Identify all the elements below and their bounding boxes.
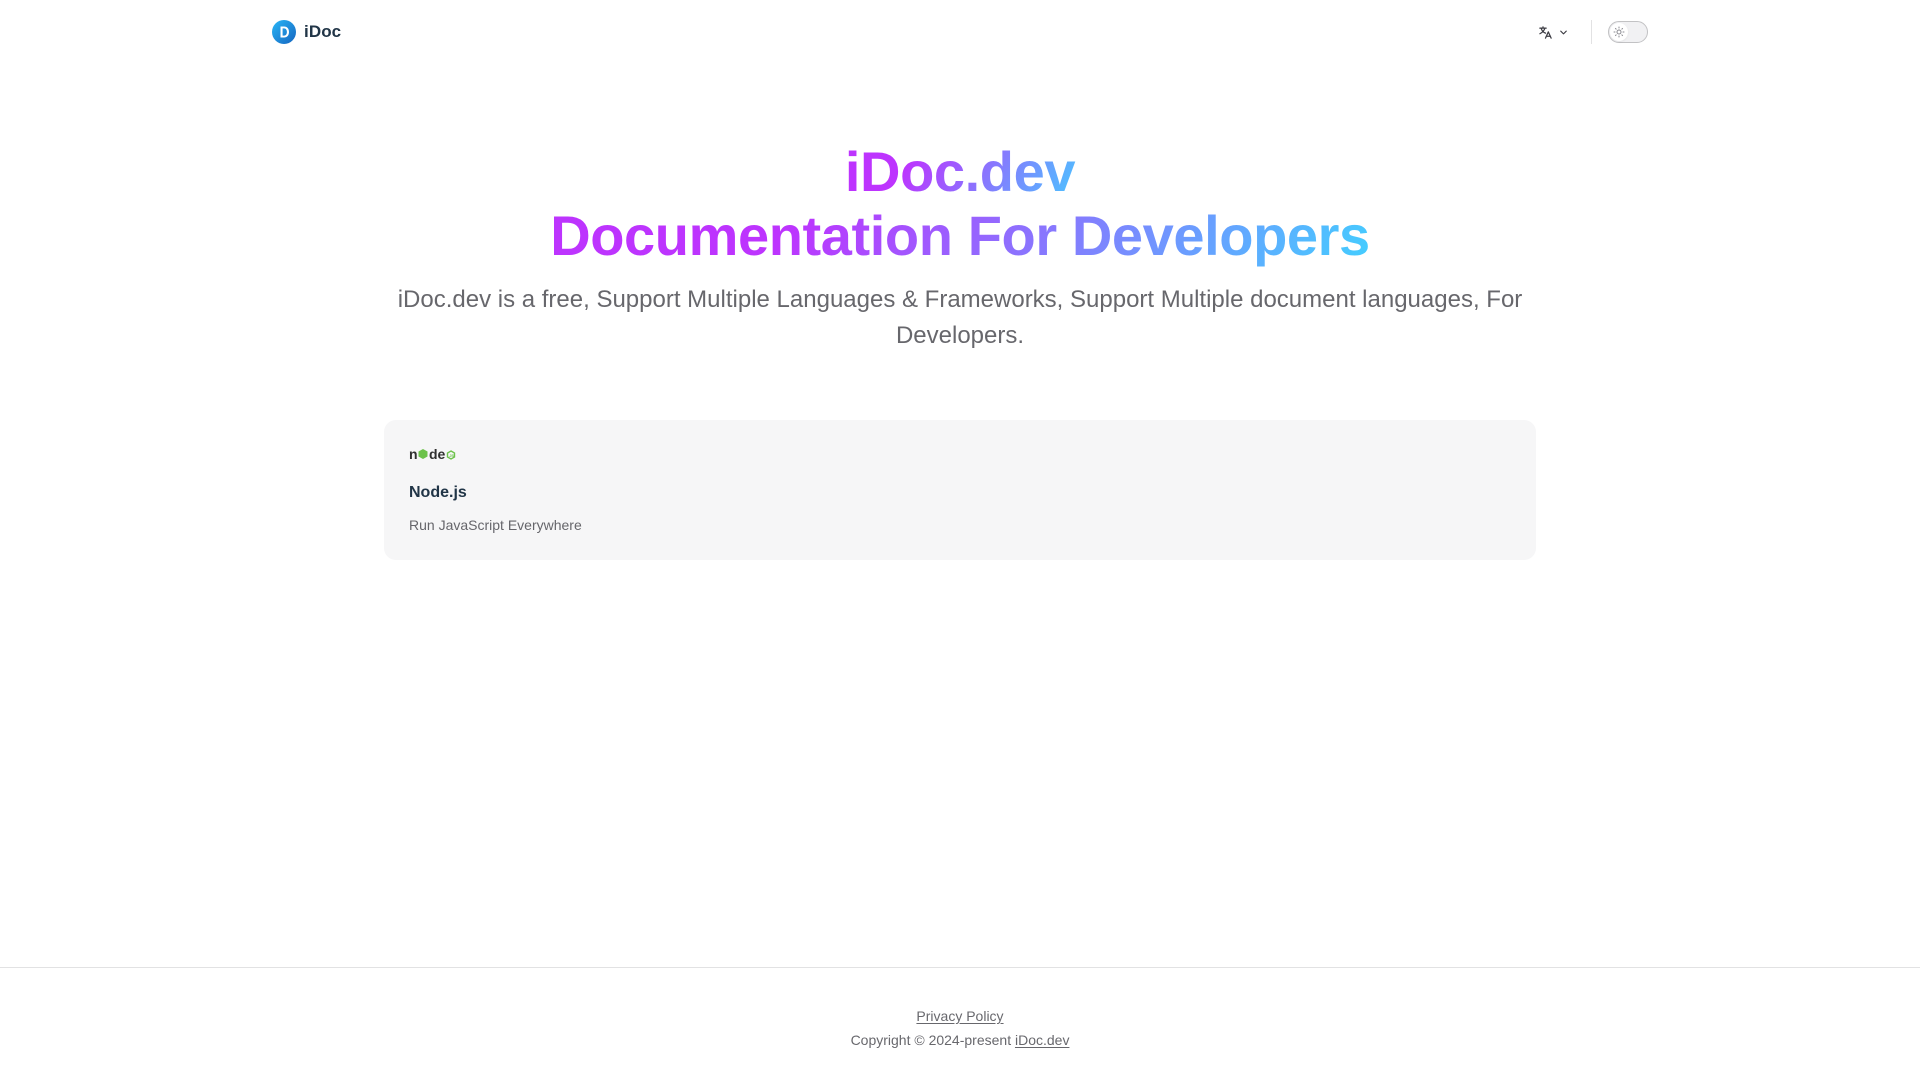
navbar-actions bbox=[1530, 16, 1648, 48]
copyright-text: Copyright © 2024-present bbox=[850, 1032, 1012, 1048]
navbar: iDoc bbox=[0, 0, 1920, 64]
brand-name: iDoc bbox=[304, 22, 342, 41]
nodejs-logo-icon: n de JS bbox=[409, 446, 456, 462]
feature-details: Run JavaScript Everywhere bbox=[409, 517, 582, 533]
sun-icon bbox=[1613, 26, 1625, 38]
hero-text: Documentation For Developers bbox=[540, 204, 1380, 268]
nav-divider bbox=[1591, 20, 1592, 44]
page: iDoc iDoc.dev Documentation For Develope… bbox=[0, 0, 1920, 1080]
svg-text:de: de bbox=[429, 446, 446, 462]
svg-text:n: n bbox=[409, 446, 418, 462]
hero-heading: iDoc.dev Documentation For Developers bbox=[0, 140, 1920, 268]
footer-message: Privacy Policy bbox=[0, 1004, 1920, 1028]
footer-copyright: Copyright © 2024-present iDoc.dev bbox=[0, 1028, 1920, 1052]
language-switcher[interactable] bbox=[1530, 16, 1577, 48]
privacy-policy-link[interactable]: Privacy Policy bbox=[916, 1008, 1003, 1024]
brand-link[interactable]: iDoc bbox=[272, 20, 341, 44]
feature-card-nodejs[interactable]: n de JS Node.js Run JavaScript Everywher… bbox=[384, 420, 1536, 560]
footer: Privacy Policy Copyright © 2024-present … bbox=[0, 967, 1920, 1080]
features: n de JS Node.js Run JavaScript Everywher… bbox=[384, 420, 1536, 560]
idoc-home-link[interactable]: iDoc.dev bbox=[1015, 1032, 1069, 1048]
theme-toggle[interactable] bbox=[1608, 21, 1648, 43]
svg-text:JS: JS bbox=[449, 453, 454, 458]
translate-icon bbox=[1539, 25, 1552, 39]
idoc-logo-icon bbox=[272, 20, 296, 44]
hero-name: iDoc.dev bbox=[830, 140, 1090, 204]
theme-toggle-knob bbox=[1610, 23, 1628, 41]
hero: iDoc.dev Documentation For Developers iD… bbox=[0, 140, 1920, 354]
chevron-down-icon bbox=[1560, 30, 1567, 34]
feature-title: Node.js bbox=[409, 484, 467, 501]
hero-tagline: iDoc.dev is a free, Support Multiple Lan… bbox=[397, 286, 1523, 349]
